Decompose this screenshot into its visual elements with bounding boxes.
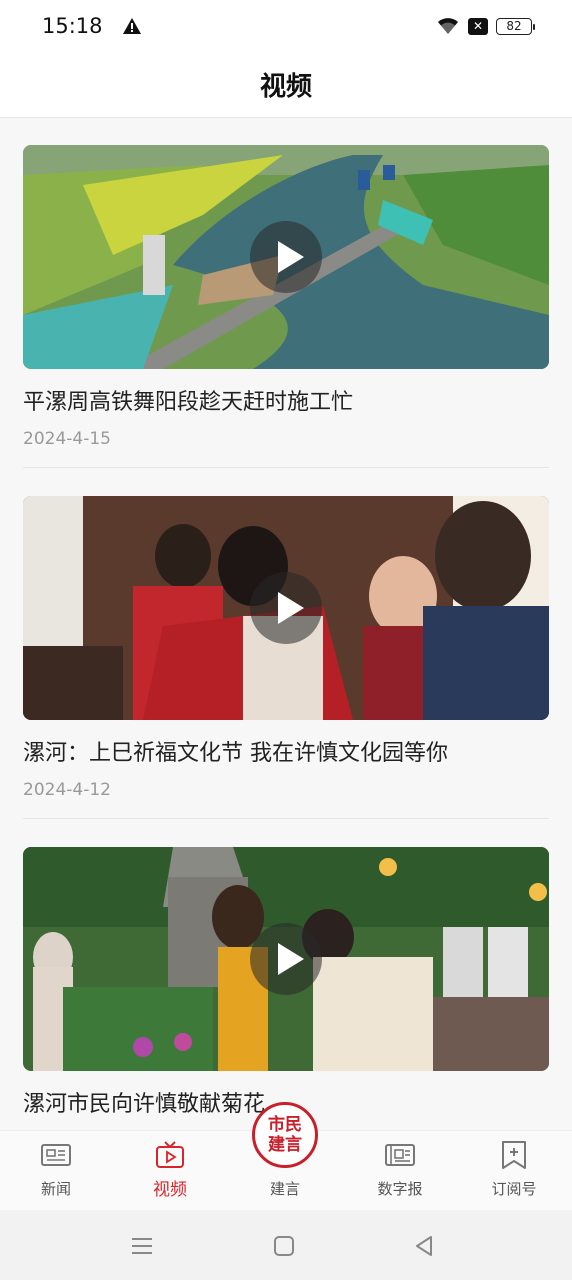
tab-digital-newspaper[interactable]: 数字报 (350, 1131, 450, 1211)
video-title[interactable]: 平漯周高铁舞阳段趁天赶时施工忙 (23, 384, 353, 416)
warning-icon (122, 18, 141, 34)
battery-level: 82 (506, 19, 522, 33)
play-button[interactable] (250, 572, 322, 644)
back-icon[interactable] (410, 1232, 438, 1260)
video-feed[interactable]: 平漯周高铁舞阳段趁天赶时施工忙 2024-4-15 漯河：上巳祈福文化节 我在许… (0, 118, 572, 1130)
tab-label: 数字报 (377, 1180, 423, 1198)
play-button[interactable] (250, 221, 322, 293)
digital-newspaper-icon (385, 1144, 415, 1166)
system-nav-bar (0, 1210, 572, 1280)
tab-label: 建言 (269, 1180, 300, 1198)
subscription-icon (502, 1141, 526, 1169)
video-card[interactable]: 平漯周高铁舞阳段趁天赶时施工忙 2024-4-15 (23, 145, 549, 468)
seal-text: 市民建言 (268, 1115, 302, 1155)
tab-label: 订阅号 (491, 1180, 537, 1198)
tab-label: 新闻 (40, 1180, 71, 1198)
tab-label: 视频 (153, 1180, 187, 1200)
menu-icon[interactable] (128, 1232, 156, 1260)
video-thumbnail[interactable] (23, 847, 549, 1071)
video-card[interactable]: 漯河：上巳祈福文化节 我在许慎文化园等你 2024-4-12 (23, 496, 549, 819)
tab-video[interactable]: 视频 (120, 1131, 220, 1211)
status-time: 15:18 (42, 14, 103, 38)
video-date: 2024-4-15 (23, 429, 111, 449)
home-icon[interactable] (270, 1232, 298, 1260)
video-title[interactable]: 漯河市民向许慎敬献菊花 (23, 1086, 265, 1118)
no-sim-icon: ✕ (468, 17, 488, 35)
status-bar: 15:18 ✕ 82 (0, 0, 572, 52)
video-icon (156, 1141, 184, 1168)
tab-subscription[interactable]: 订阅号 (464, 1131, 564, 1211)
battery-icon: 82 (496, 17, 535, 35)
divider (23, 467, 549, 468)
page-header: 视频 (0, 52, 572, 118)
play-button[interactable] (250, 923, 322, 995)
news-icon (41, 1144, 71, 1166)
tab-news[interactable]: 新闻 (6, 1131, 106, 1211)
wifi-icon (438, 18, 458, 34)
video-thumbnail[interactable] (23, 496, 549, 720)
video-thumbnail[interactable] (23, 145, 549, 369)
suggestion-seal-icon[interactable]: 市民建言 (252, 1102, 318, 1168)
video-card[interactable]: 漯河市民向许慎敬献菊花 (23, 847, 549, 1117)
video-title[interactable]: 漯河：上巳祈福文化节 我在许慎文化园等你 (23, 735, 448, 767)
video-date: 2024-4-12 (23, 780, 111, 800)
page-title: 视频 (259, 72, 312, 102)
divider (23, 818, 549, 819)
